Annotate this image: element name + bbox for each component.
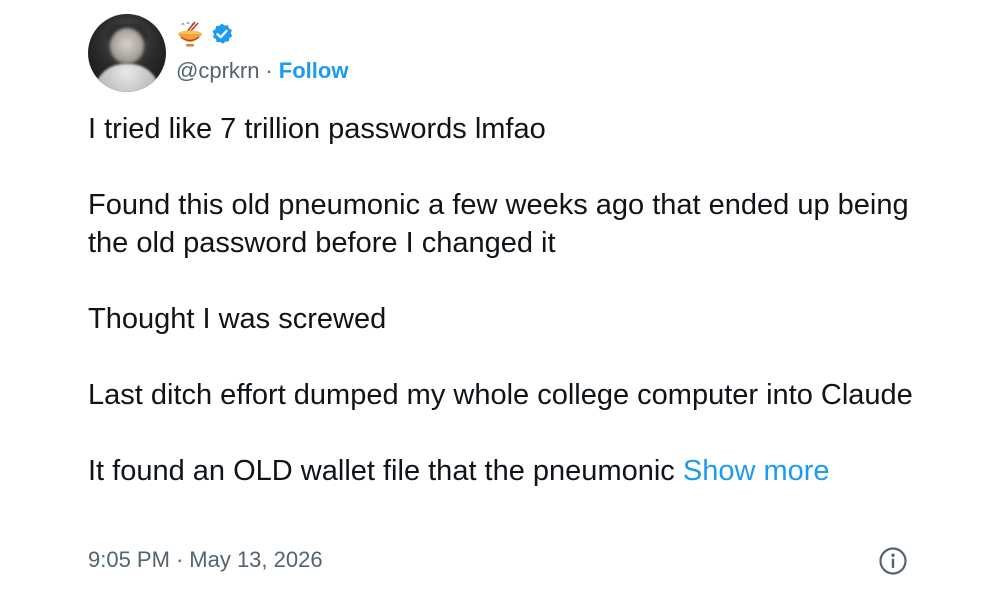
ramen-bowl-icon [176,20,204,48]
tweet-paragraph: I tried like 7 trillion passwords lmfao [88,113,546,145]
display-name[interactable] [176,18,234,50]
timestamp-separator: · [175,547,184,572]
show-more-link[interactable]: Show more [683,455,830,487]
tweet-paragraph: Thought I was screwed [88,303,387,335]
info-icon[interactable] [878,546,908,576]
tweet-paragraph: Found this old pneumonic a few weeks ago… [88,189,909,259]
follow-button[interactable]: Follow [279,58,349,84]
avatar[interactable] [88,14,166,92]
tweet-text: I tried like 7 trillion passwords lmfao … [88,110,918,490]
user-handle[interactable]: @cprkrn [176,58,259,84]
handle-separator: · [265,58,273,83]
tweet-time: 9:05 PM [88,547,170,572]
verified-badge-icon [210,22,234,46]
tweet-timestamp[interactable]: 9:05 PM · May 13, 2026 [88,546,323,574]
tweet-paragraph-truncated: It found an OLD wallet file that the pne… [88,452,918,490]
tweet-card: @cprkrn · Follow I tried like 7 trillion… [0,0,1000,598]
avatar-head [110,28,144,64]
avatar-shoulders [94,64,160,92]
tweet-date: May 13, 2026 [189,547,323,572]
tweet-paragraph-text: It found an OLD wallet file that the pne… [88,455,675,487]
handle-row: @cprkrn · Follow [176,58,348,84]
tweet-paragraph: Last ditch effort dumped my whole colleg… [88,379,913,411]
